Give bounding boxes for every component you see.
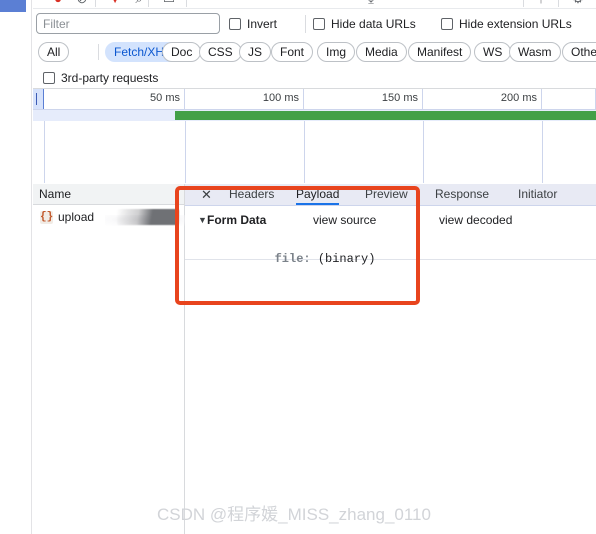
timeline-green-bar (175, 111, 596, 120)
form-data-entry: file: (binary) (217, 235, 376, 283)
page-left-gutter (0, 0, 32, 534)
form-data-title: Form Data (207, 213, 267, 227)
details-tabbar: ✕ Headers Payload Preview Response Initiator (185, 184, 596, 206)
timeline-tick: 100 ms (185, 89, 304, 109)
tab-response[interactable]: Response (435, 184, 489, 205)
filter-row: Invert Hide data URLs Hide extension URL… (33, 10, 596, 38)
pill-divider (98, 44, 99, 60)
hide-data-urls-label: Hide data URLs (331, 17, 416, 31)
invert-checkbox[interactable] (229, 18, 241, 30)
export-har-icon[interactable]: ↑ (533, 0, 549, 7)
type-filter-manifest[interactable]: Manifest (408, 42, 472, 62)
form-data-header: ▼ Form Data view source view decoded (185, 212, 596, 230)
type-filter-img[interactable]: Img (317, 42, 356, 62)
type-filter-doc[interactable]: Doc (162, 42, 202, 62)
toolbar-divider (148, 0, 149, 7)
timeline-playhead[interactable] (33, 89, 44, 109)
redaction-block (117, 209, 179, 225)
third-party-requests-label: 3rd-party requests (61, 71, 159, 85)
request-details-pane: ✕ Headers Payload Preview Response Initiator… (185, 184, 596, 534)
timeline-gridline (44, 121, 45, 183)
toolbar-divider (558, 0, 559, 7)
record-icon[interactable]: ● (50, 0, 66, 7)
type-filter-font[interactable]: Font (271, 42, 314, 62)
view-source-link[interactable]: view source (313, 212, 376, 229)
type-filter-other[interactable]: Other (562, 42, 596, 62)
settings-gear-icon[interactable]: ⚙ (570, 0, 586, 7)
import-har-icon[interactable]: ⤓ (363, 0, 379, 7)
timeline-ruler: 50 ms 100 ms 150 ms 200 ms (33, 89, 596, 110)
type-filter-wasm[interactable]: Wasm (509, 42, 561, 62)
timeline-grid-area (33, 121, 596, 183)
type-filter-media[interactable]: Media (356, 42, 407, 62)
network-toolbar: ● ⊘ ▼ ⌕ ▭ ⤓ ↑ ⚙ (33, 0, 596, 9)
timeline-gridline (542, 121, 543, 183)
third-party-requests-checkbox-group[interactable]: 3rd-party requests (43, 70, 158, 86)
network-overview-timeline[interactable]: 50 ms 100 ms 150 ms 200 ms (33, 88, 596, 183)
toolbar-divider (523, 0, 524, 7)
tab-initiator[interactable]: Initiator (518, 184, 557, 205)
tab-preview[interactable]: Preview (365, 184, 408, 205)
invert-checkbox-group[interactable]: Invert (229, 16, 277, 32)
filter-input[interactable] (36, 13, 220, 34)
hide-extension-urls-checkbox[interactable] (441, 18, 453, 30)
hide-data-urls-checkbox[interactable] (313, 18, 325, 30)
request-name-label: upload (58, 210, 95, 224)
form-data-value: (binary) (317, 252, 376, 266)
devtools-network-panel: ● ⊘ ▼ ⌕ ▭ ⤓ ↑ ⚙ Invert Hide data URLs Hide exte… (33, 0, 596, 534)
type-filter-ws[interactable]: WS (474, 42, 512, 62)
close-icon[interactable]: ✕ (199, 187, 214, 202)
filter-icon[interactable]: ▼ (107, 0, 123, 7)
json-braces-icon: {} (40, 210, 54, 224)
invert-label: Invert (247, 17, 278, 31)
browser-ui-chip (0, 0, 26, 12)
clear-icon[interactable]: ⊘ (74, 0, 90, 7)
type-filter-js[interactable]: JS (239, 42, 272, 62)
watermark-text: CSDN @程序媛_MISS_zhang_0110 (157, 505, 431, 524)
tab-headers[interactable]: Headers (229, 184, 274, 205)
timeline-tick: 150 ms (304, 89, 423, 109)
hide-data-urls-checkbox-group[interactable]: Hide data URLs (313, 16, 416, 32)
timeline-tick: 50 ms (44, 89, 185, 109)
timeline-gridline (185, 121, 186, 183)
toolbar-divider (305, 15, 306, 33)
tab-payload[interactable]: Payload (296, 184, 340, 205)
toolbar-divider (186, 0, 187, 7)
hide-extension-urls-checkbox-group[interactable]: Hide extension URLs (441, 16, 572, 32)
form-data-key: file: (274, 252, 311, 266)
request-list: Name {} upload (33, 184, 189, 534)
throttle-icon[interactable]: ▭ (161, 0, 177, 7)
toolbar-divider (95, 0, 96, 7)
hide-extension-urls-label: Hide extension URLs (459, 17, 572, 31)
timeline-gridline (423, 121, 424, 183)
search-icon[interactable]: ⌕ (131, 0, 147, 7)
type-filter-all[interactable]: All (38, 42, 70, 62)
timeline-gridline (304, 121, 305, 183)
payload-tab-content: ▼ Form Data view source view decoded fil… (185, 206, 596, 266)
column-header-name[interactable]: Name (33, 184, 184, 205)
timeline-tick: 200 ms (423, 89, 542, 109)
chevron-down-icon[interactable]: ▼ (198, 215, 207, 226)
third-party-requests-checkbox[interactable] (43, 72, 55, 84)
resource-type-filter-row: All Fetch/XHR Doc CSS JS Font Img Media Manifest… (33, 40, 596, 66)
timeline-tick (542, 89, 596, 109)
view-decoded-link[interactable]: view decoded (439, 212, 512, 229)
timeline-request-band (33, 110, 596, 121)
type-filter-css[interactable]: CSS (199, 42, 242, 62)
